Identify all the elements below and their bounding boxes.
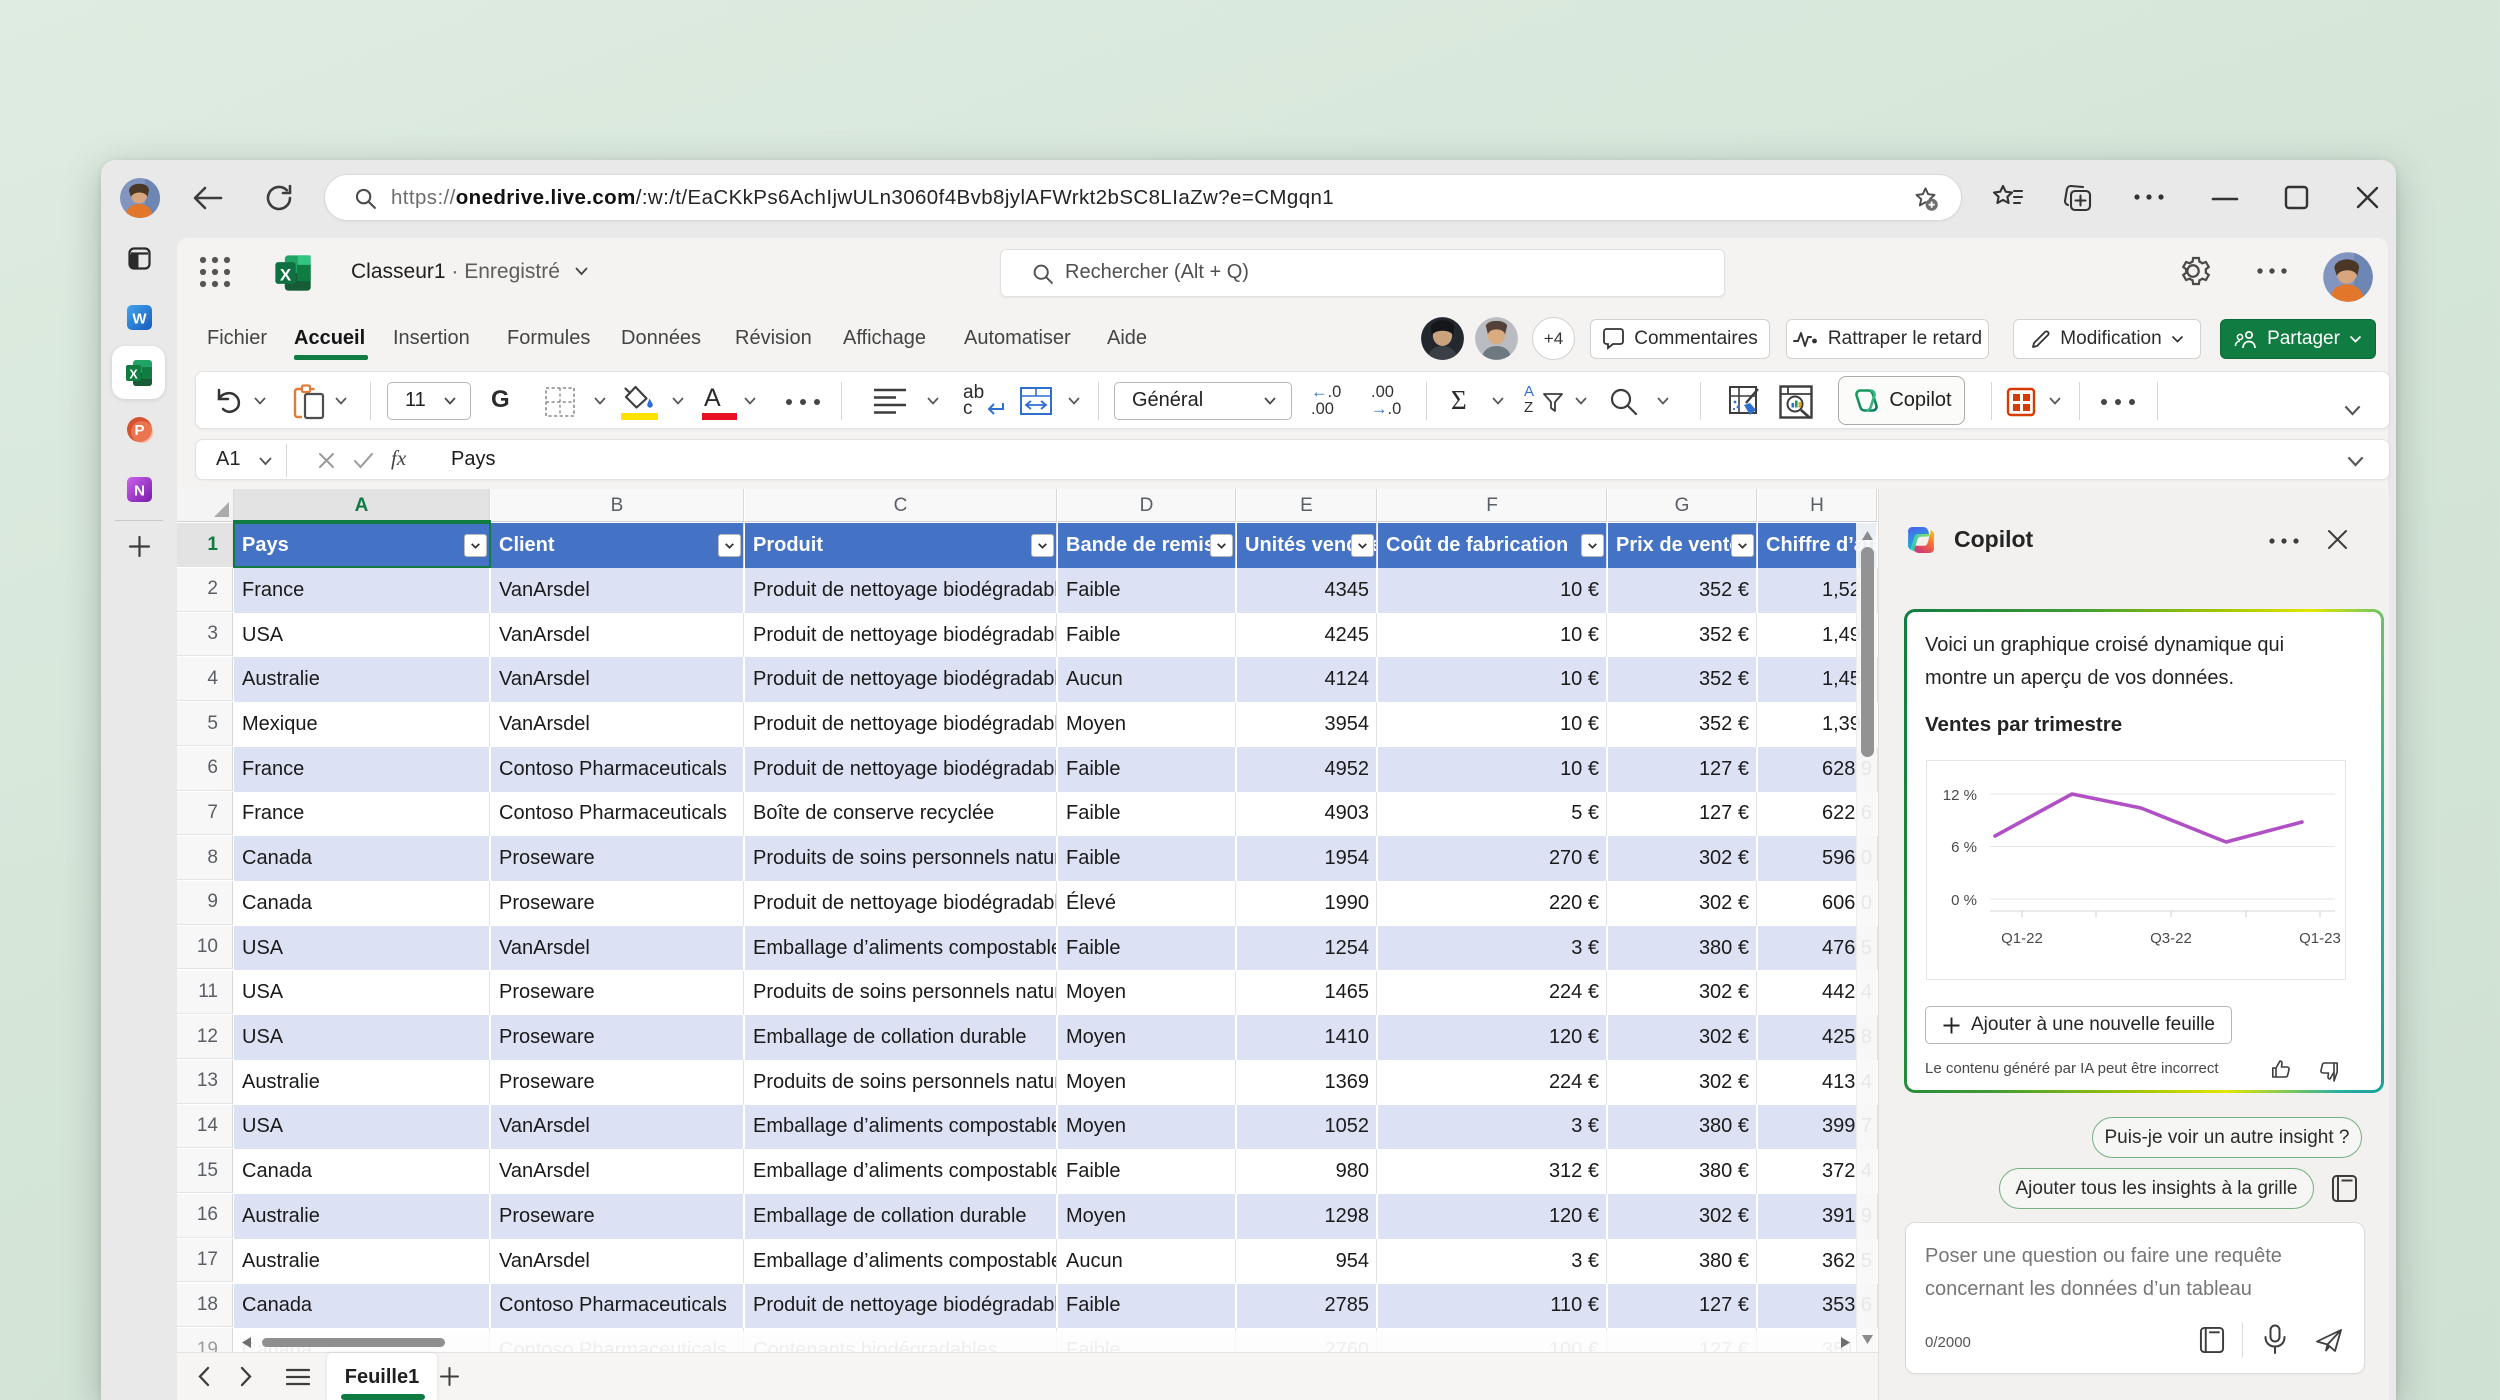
svg-text:Q1-23: Q1-23 [2299, 930, 2341, 947]
svg-text:N: N [134, 483, 145, 500]
svg-text:6 %: 6 % [1951, 839, 1977, 856]
svg-text:X: X [280, 265, 292, 284]
svg-text:0 %: 0 % [1951, 892, 1977, 909]
svg-text:X: X [129, 368, 138, 382]
svg-text:Q3-22: Q3-22 [2150, 930, 2192, 947]
svg-text:Q1-22: Q1-22 [2001, 930, 2043, 947]
svg-text:12 %: 12 % [1943, 787, 1977, 804]
svg-text:W: W [132, 311, 147, 328]
svg-text:P: P [134, 422, 144, 439]
